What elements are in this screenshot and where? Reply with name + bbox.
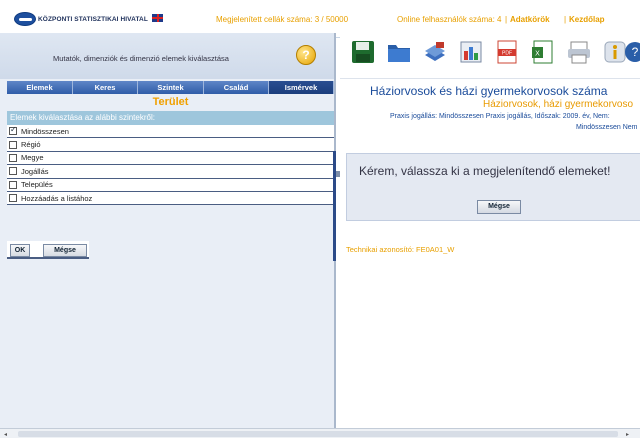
excel-icon[interactable]: X (530, 39, 556, 65)
level-item[interactable]: Régió (7, 138, 334, 152)
data-sources-link[interactable]: Adatkörök (510, 15, 550, 24)
level-item[interactable]: Jogállás (7, 165, 334, 179)
level-list: Mindösszesen Régió Megye Jogállás Telepü… (7, 125, 334, 206)
chart-icon[interactable] (458, 39, 484, 65)
result-panel: PDF X ? Háziorvosok és házi gyermekorvos… (340, 33, 640, 428)
level-label: Hozzáadás a listához (21, 193, 93, 203)
level-prompt: Elemek kiválasztása az alábbi szintekről… (7, 111, 334, 125)
result-toolbar: PDF X ? (340, 33, 640, 79)
dimension-title: Terület (152, 96, 189, 108)
checkbox-jogallas[interactable] (9, 167, 17, 176)
horizontal-scrollbar[interactable]: ◂ ▸ (0, 428, 640, 438)
svg-text:PDF: PDF (502, 51, 512, 57)
filter-description-continued: Mindösszesen Nem (576, 124, 638, 131)
pdf-icon[interactable]: PDF (494, 39, 520, 65)
scroll-right-icon[interactable]: ▸ (626, 431, 629, 438)
folder-icon[interactable] (386, 39, 412, 65)
online-users-count: Online felhasználók száma: 4 (397, 15, 502, 24)
print-icon[interactable] (566, 39, 592, 65)
select-elements-notice: Kérem, válassza ki a megjelenítendő elem… (359, 164, 611, 178)
tab-elemek[interactable]: Elemek (7, 81, 73, 94)
svg-text:X: X (535, 51, 540, 58)
english-flag-icon[interactable] (152, 14, 163, 22)
displayed-cells-count: Megjelenített cellák száma: 3 / 50000 (216, 15, 349, 24)
level-label: Megye (21, 153, 44, 163)
level-item[interactable]: Megye (7, 152, 334, 166)
technical-id: Technikai azonosító: FE0A01_W (346, 245, 455, 254)
ksh-logo-icon[interactable] (14, 12, 36, 26)
panel-scroll-indicator[interactable] (333, 151, 336, 261)
scroll-thumb[interactable] (18, 431, 618, 437)
level-item[interactable]: Hozzáadás a listához (7, 192, 334, 206)
app-root: KÖZPONTI STATISZTIKAI HIVATAL Megjelenít… (0, 0, 640, 438)
home-link[interactable]: Kezdőlap (569, 15, 605, 24)
selection-panel-title: Mutatók, dimenziók és dimenzió elemek ki… (53, 54, 229, 63)
level-item[interactable]: Település (7, 179, 334, 192)
scroll-left-icon[interactable]: ◂ (4, 431, 7, 438)
cancel-button[interactable]: Mégse (43, 244, 87, 257)
selection-panel: Mutatók, dimenziók és dimenzió elemek ki… (0, 33, 336, 428)
link-separator: | (564, 15, 567, 24)
ok-button[interactable]: OK (10, 244, 30, 257)
level-item[interactable]: Mindösszesen (7, 125, 334, 139)
notice-box: Kérem, válassza ki a megjelenítendő elem… (346, 153, 640, 221)
level-label: Régió (21, 140, 41, 150)
help-icon[interactable]: ? (622, 39, 640, 65)
level-actions: OK Mégse (7, 241, 89, 259)
table-title: Háziorvosok és házi gyermekorvosok száma (370, 84, 608, 98)
tab-ismervek[interactable]: Ismérvek (269, 81, 334, 94)
level-label: Jogállás (21, 166, 49, 176)
checkbox-mindosszesen[interactable] (9, 125, 17, 136)
table-subtitle: Háziorvosok, házi gyermekorvoso (483, 99, 634, 110)
help-icon[interactable]: ? (296, 45, 316, 65)
filter-description: Praxis jogállás: Mindösszesen Praxis jog… (390, 113, 610, 120)
link-separator: | (505, 15, 508, 24)
selection-panel-header: Mutatók, dimenziók és dimenzió elemek ki… (0, 33, 334, 79)
level-label: Település (21, 180, 53, 190)
checkbox-megye[interactable] (9, 153, 17, 162)
svg-text:?: ? (632, 45, 639, 59)
toggle-view-icon[interactable] (422, 39, 448, 65)
checkbox-regio[interactable] (9, 140, 17, 149)
tab-csalad[interactable]: Család (204, 81, 269, 94)
tab-keres[interactable]: Keres (73, 81, 138, 94)
level-label: Mindösszesen (21, 126, 69, 136)
logo-text: KÖZPONTI STATISZTIKAI HIVATAL (38, 16, 148, 23)
notice-cancel-button[interactable]: Mégse (477, 200, 521, 214)
checkbox-telepules[interactable] (9, 180, 17, 189)
tab-szintek[interactable]: Szintek (138, 81, 204, 94)
tab-bar: Elemek Keres Szintek Család Ismérvek (7, 81, 334, 94)
save-icon[interactable] (350, 39, 376, 65)
checkbox-add-to-list[interactable] (9, 194, 17, 203)
